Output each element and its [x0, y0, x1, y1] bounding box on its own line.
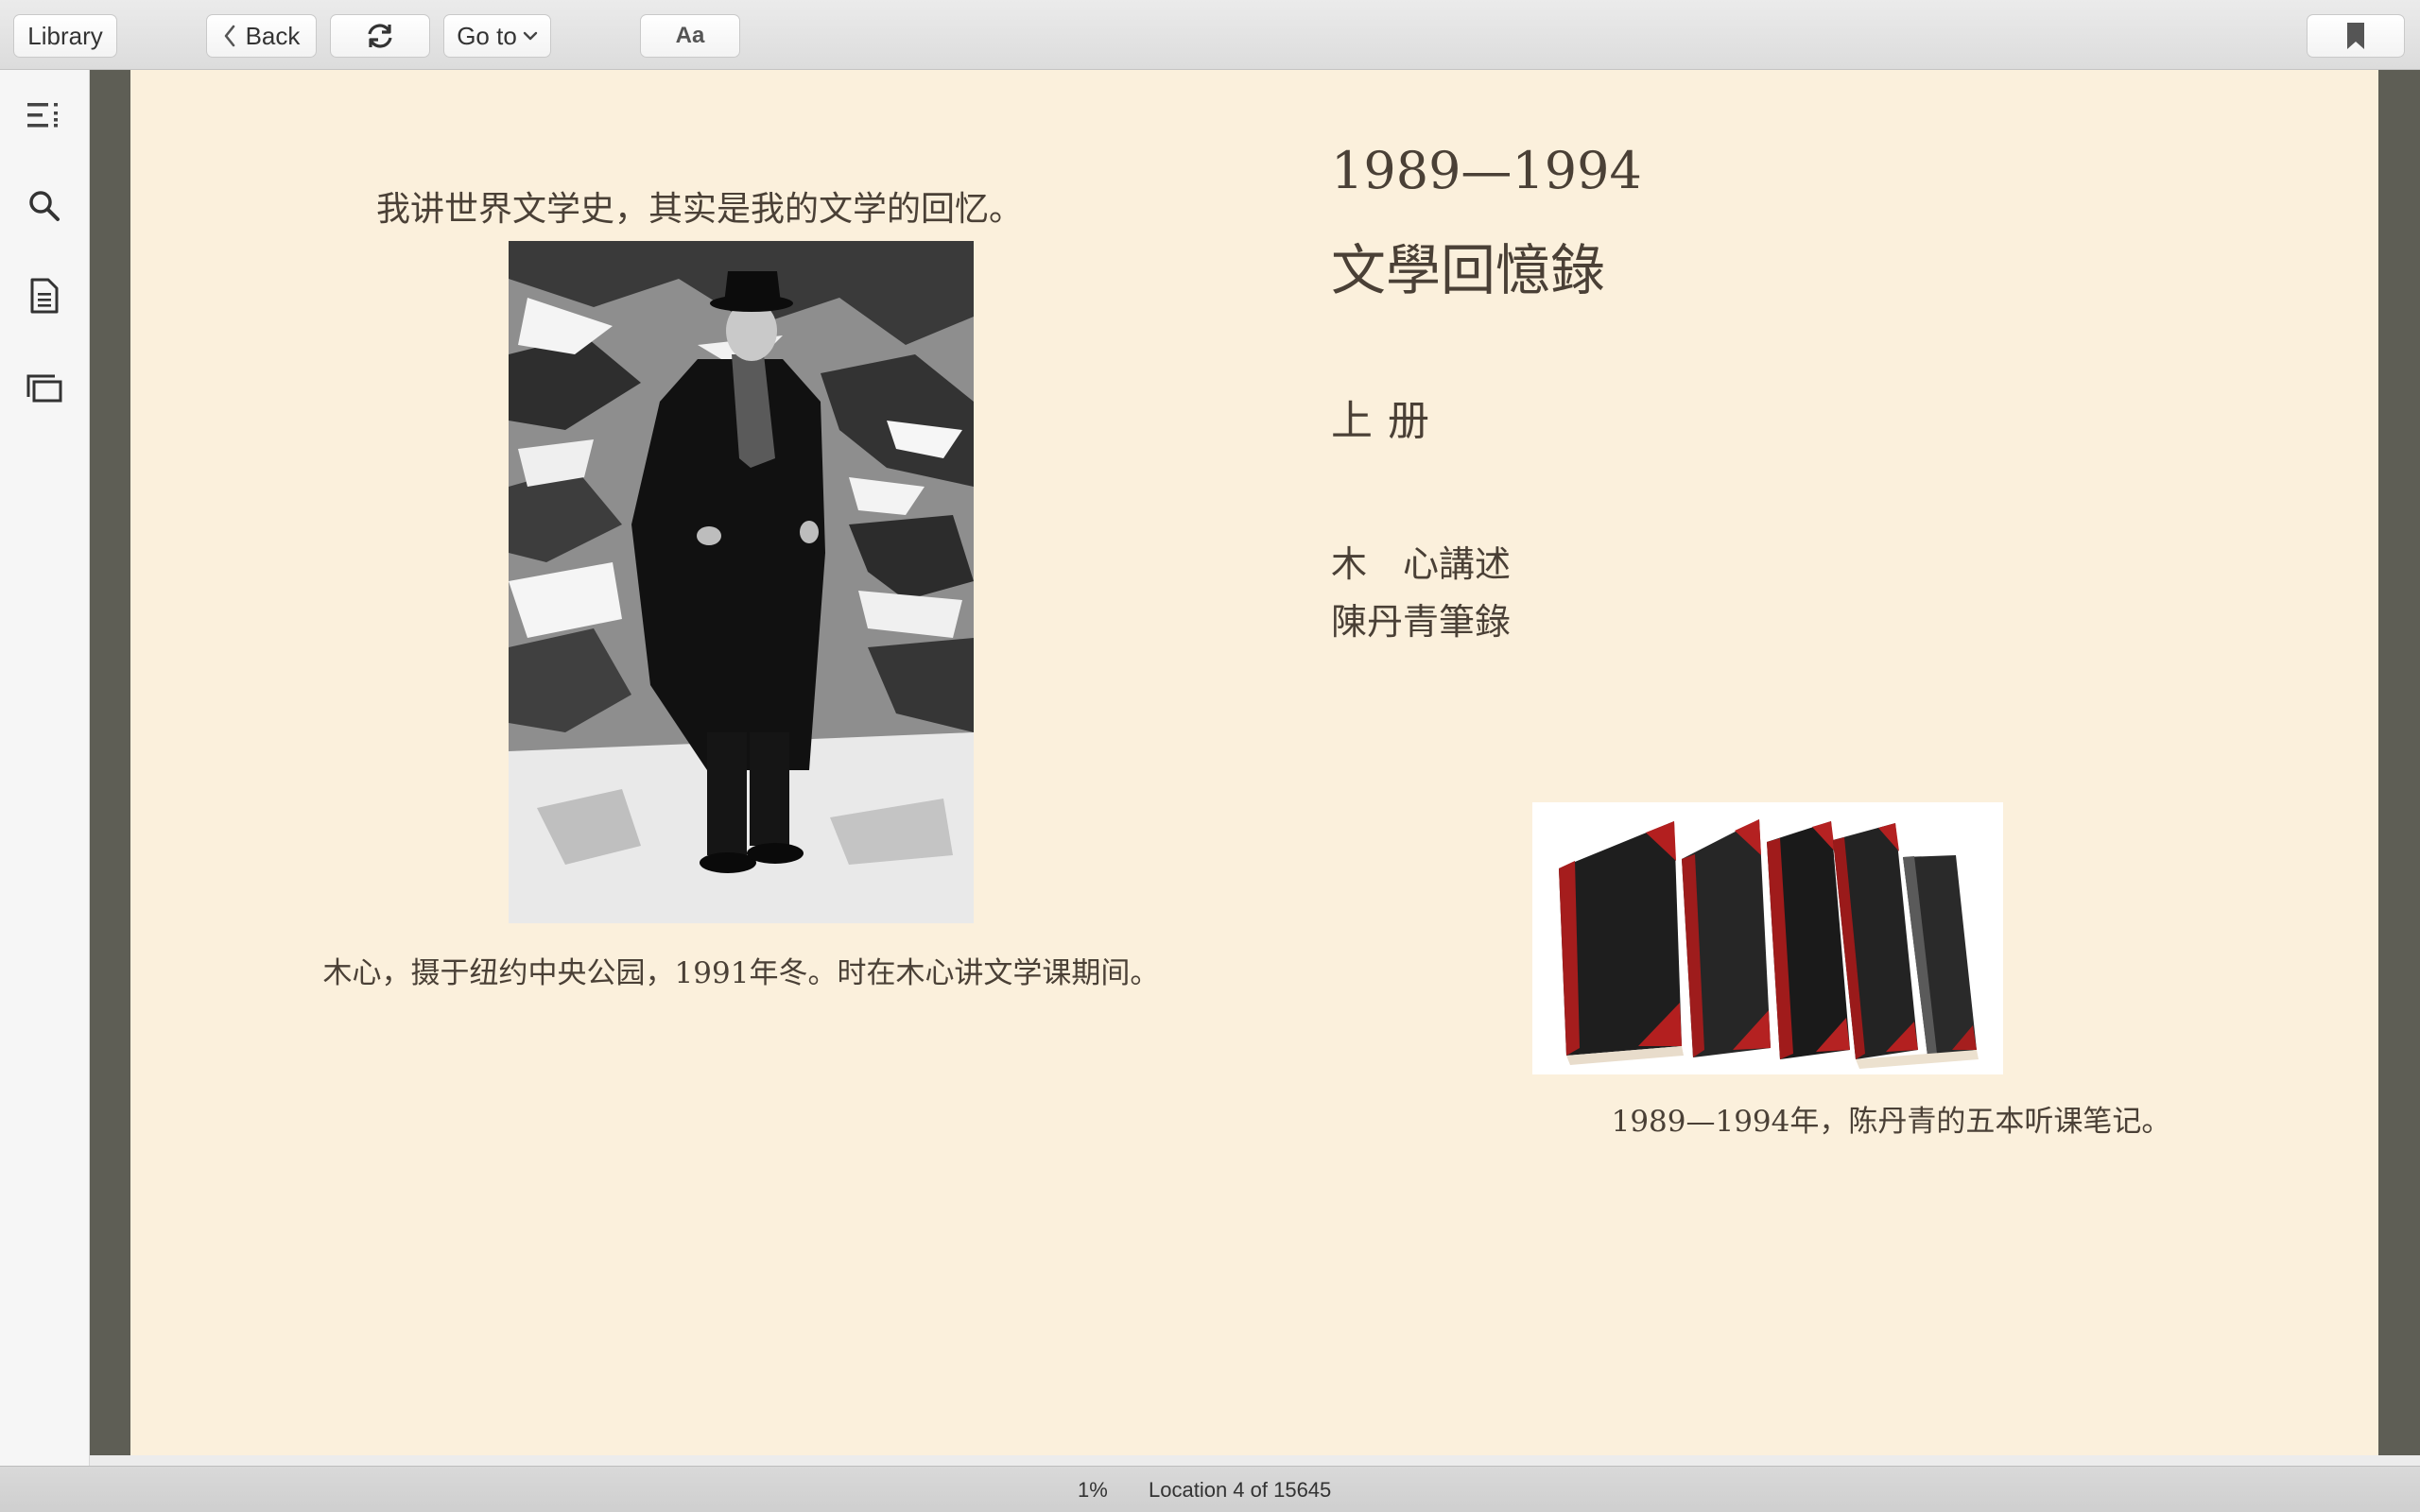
notebooks-photo — [1532, 802, 2003, 1074]
location-indicator: Location 4 of 15645 — [1149, 1478, 1332, 1502]
book-title: 文學回憶錄 — [1331, 238, 1606, 302]
bookmark-button[interactable] — [2307, 14, 2405, 58]
notes-icon[interactable] — [23, 274, 66, 318]
chevron-down-icon — [523, 30, 538, 42]
left-sidebar — [0, 70, 90, 1466]
font-settings-label: Aa — [675, 23, 705, 48]
search-icon[interactable] — [23, 184, 66, 228]
go-to-button-label: Go to — [457, 21, 517, 50]
table-of-contents-icon[interactable] — [23, 94, 66, 137]
reading-progress: 1% — [1078, 1478, 1108, 1502]
status-bar: 1% Location 4 of 15645 — [0, 1466, 2420, 1512]
sync-icon — [364, 22, 396, 50]
book-page: 我讲世界文学史，其实是我的文学的回忆。 木心，摄于纽约中央公园，1991年冬。时… — [130, 70, 2378, 1455]
back-button-label: Back — [245, 21, 301, 50]
sync-button[interactable] — [330, 14, 430, 58]
library-button[interactable]: Library — [13, 14, 117, 58]
top-toolbar: Library Back Go to Aa — [0, 0, 2420, 70]
notebooks-caption: 1989—1994年，陈丹青的五本听课笔记。 — [1611, 1105, 2171, 1139]
epigraph-quote: 我讲世界文学史，其实是我的文学的回忆。 — [376, 190, 1024, 229]
reader-frame: 我讲世界文学史，其实是我的文学的回忆。 木心，摄于纽约中央公园，1991年冬。时… — [90, 70, 2420, 1455]
volume-label: 上册 — [1331, 397, 1444, 445]
bookmark-icon — [2345, 22, 2366, 50]
photo-caption: 木心，摄于纽约中央公园，1991年冬。时在木心讲文学课期间。 — [322, 956, 1160, 990]
flashcards-icon[interactable] — [23, 367, 66, 410]
library-button-label: Library — [27, 21, 103, 50]
recorder-credit: 陳丹青筆錄 — [1331, 601, 1512, 643]
chevron-left-icon — [223, 25, 236, 47]
font-settings-button[interactable]: Aa — [640, 14, 740, 58]
go-to-button[interactable]: Go to — [443, 14, 551, 58]
author-photo — [509, 241, 974, 923]
author-credit: 木 心講述 — [1331, 543, 1512, 585]
back-button[interactable]: Back — [206, 14, 317, 58]
book-years: 1989—1994 — [1331, 141, 1642, 200]
